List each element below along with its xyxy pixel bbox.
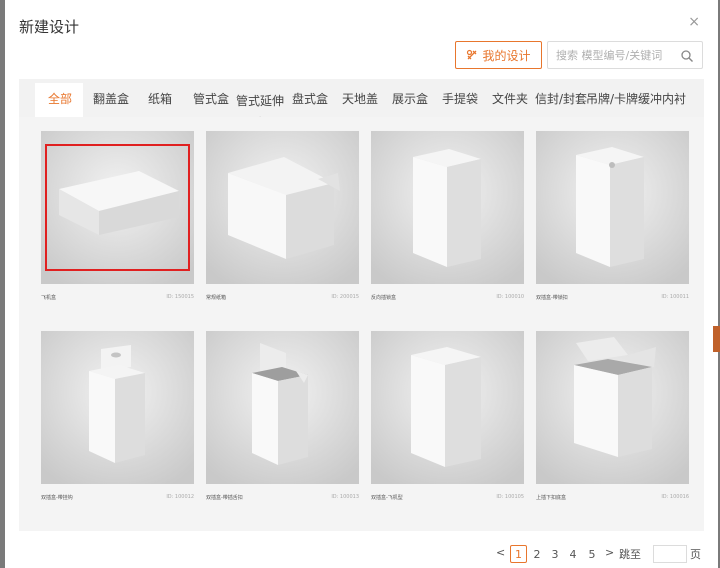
template-id: ID: 200015 [331, 294, 359, 300]
template-id: ID: 100010 [496, 294, 524, 300]
tab-hang-tag[interactable]: 吊牌/卡牌 [586, 90, 638, 107]
template-id: ID: 100016 [661, 494, 689, 500]
template-panel: 全部 翻盖盒 纸箱 管式盒 管式延伸盒 盘式盒 天地盖 展示盒 手提袋 文件夹 … [19, 79, 704, 531]
tab-tray-box[interactable]: 盘式盒 [292, 90, 328, 107]
template-caption: 双插盒-飞机型 [371, 495, 403, 501]
template-thumbnail[interactable] [206, 331, 359, 484]
tab-envelope[interactable]: 信封/封套 [535, 90, 587, 107]
search-input[interactable] [548, 42, 673, 68]
template-caption: 上插下扣底盒 [536, 495, 567, 501]
dialog-title: 新建设计 [19, 18, 80, 36]
template-card[interactable]: 双插盒-带挂钩 ID: 100012 [41, 331, 194, 509]
prev-page-button[interactable]: < [496, 546, 505, 559]
template-id: ID: 150015 [166, 294, 194, 300]
template-id: ID: 100013 [331, 494, 359, 500]
template-card[interactable]: 常规纸箱 ID: 200015 [206, 131, 359, 309]
template-card[interactable]: 双插盒-带锁扣 ID: 100011 [536, 131, 689, 309]
tab-all[interactable]: 全部 [48, 90, 72, 107]
template-thumbnail[interactable] [206, 131, 359, 284]
template-thumbnail[interactable] [536, 131, 689, 284]
page-5[interactable]: 5 [587, 545, 597, 563]
page-1[interactable]: 1 [510, 545, 527, 563]
side-feedback-tab[interactable] [713, 326, 720, 352]
tab-tote-bag[interactable]: 手提袋 [442, 90, 478, 107]
tab-folder[interactable]: 文件夹 [492, 90, 528, 107]
page-4[interactable]: 4 [568, 545, 578, 563]
jump-page-input[interactable] [653, 545, 687, 563]
search-icon[interactable] [680, 48, 694, 67]
template-caption: 双插盒-带锁扣 [536, 295, 568, 301]
jump-to-label: 跳至 [619, 548, 641, 561]
page-unit-label: 页 [690, 548, 701, 561]
template-id: ID: 100011 [661, 294, 689, 300]
template-card[interactable]: 双插盒-带插舌扣 ID: 100013 [206, 331, 359, 509]
selected-outline [45, 144, 190, 271]
tab-flip-lid-box[interactable]: 翻盖盒 [93, 90, 129, 107]
template-thumbnail[interactable] [41, 331, 194, 484]
tab-tube-box[interactable]: 管式盒 [193, 90, 229, 107]
template-thumbnail[interactable] [371, 331, 524, 484]
pencil-ruler-icon [466, 49, 478, 61]
template-thumbnail[interactable] [536, 331, 689, 484]
page-3[interactable]: 3 [550, 545, 560, 563]
template-caption: 常规纸箱 [206, 295, 227, 301]
template-caption: 反向插锁盒 [371, 295, 397, 301]
template-caption: 双插盒-带挂钩 [41, 495, 73, 501]
page-2[interactable]: 2 [532, 545, 542, 563]
my-design-label: 我的设计 [482, 48, 531, 63]
my-design-button[interactable]: 我的设计 [455, 41, 542, 69]
next-page-button[interactable]: > [605, 546, 614, 559]
template-thumbnail[interactable] [371, 131, 524, 284]
new-design-dialog: 新建设计 × 我的设计 全部 翻盖盒 纸箱 管式盒 管式延伸盒 盘式盒 天地盖 … [5, 0, 718, 568]
template-id: ID: 100105 [496, 494, 524, 500]
template-caption: 双插盒-带插舌扣 [206, 495, 243, 501]
close-icon[interactable]: × [688, 14, 700, 30]
tab-cushion-insert[interactable]: 缓冲内衬 [638, 90, 686, 107]
tab-carton[interactable]: 纸箱 [148, 90, 172, 107]
template-card[interactable]: 反向插锁盒 ID: 100010 [371, 131, 524, 309]
template-caption: 飞机盒 [41, 295, 57, 301]
tab-display-box[interactable]: 展示盒 [392, 90, 428, 107]
tab-lid-base-box[interactable]: 天地盖 [342, 90, 378, 107]
template-card[interactable]: 飞机盒 ID: 150015 [41, 131, 194, 309]
template-card[interactable]: 上插下扣底盒 ID: 100016 [536, 331, 689, 509]
template-id: ID: 100012 [166, 494, 194, 500]
search-box [547, 41, 703, 69]
template-card[interactable]: 双插盒-飞机型 ID: 100105 [371, 331, 524, 509]
